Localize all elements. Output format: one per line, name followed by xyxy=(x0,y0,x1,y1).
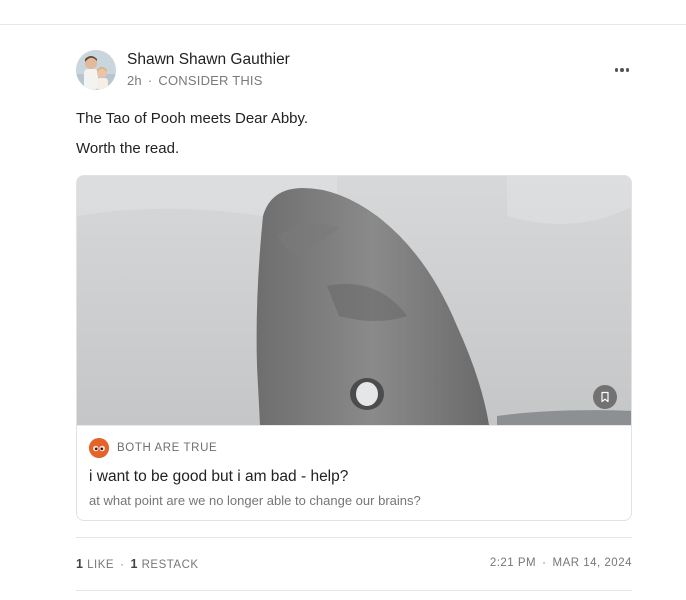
card-subtitle: at what point are we no longer able to c… xyxy=(89,493,421,508)
restacks-label: RESTACK xyxy=(141,559,199,571)
separator-dot: · xyxy=(147,73,153,88)
post-paragraph: Worth the read. xyxy=(76,140,180,157)
likes-count: 1 xyxy=(76,557,84,571)
post-meta: Shawn Shawn Gauthier 2h · CONSIDER THIS xyxy=(127,50,290,90)
engagement-counts: 1 LIKE · 1 RESTACK xyxy=(76,557,199,571)
separator-dot: · xyxy=(542,557,547,569)
avatar[interactable] xyxy=(76,50,116,90)
bottom-divider xyxy=(76,590,632,591)
author-name[interactable]: Shawn Shawn Gauthier xyxy=(127,50,290,70)
card-image xyxy=(77,176,631,425)
post-clock-time: 2:21 PM xyxy=(489,557,537,569)
post-date: MAR 14, 2024 xyxy=(552,557,632,569)
more-horizontal-icon[interactable] xyxy=(612,60,632,80)
restacks-count: 1 xyxy=(130,557,138,571)
post-time: 2h xyxy=(127,73,142,88)
post-context-link[interactable]: CONSIDER THIS xyxy=(158,73,262,88)
post-paragraph: The Tao of Pooh meets Dear Abby. xyxy=(76,110,309,127)
post: Shawn Shawn Gauthier 2h · CONSIDER THIS Th… xyxy=(76,48,632,591)
post-header: Shawn Shawn Gauthier 2h · CONSIDER THIS xyxy=(76,48,632,92)
attached-post-card[interactable]: BOTH ARE TRUE i want to be good but i am… xyxy=(76,175,632,521)
publication-row: BOTH ARE TRUE xyxy=(89,438,217,458)
likes-link[interactable]: 1 LIKE xyxy=(76,557,115,571)
card-title[interactable]: i want to be good but i am bad - help? xyxy=(89,467,348,487)
bookmark-icon[interactable] xyxy=(593,385,617,409)
publication-name[interactable]: BOTH ARE TRUE xyxy=(117,442,217,454)
restacks-link[interactable]: 1 RESTACK xyxy=(130,557,199,571)
likes-label: LIKE xyxy=(87,559,115,571)
top-divider xyxy=(0,24,686,25)
footer-divider xyxy=(76,537,632,538)
post-timestamp: 2:21 PM · MAR 14, 2024 xyxy=(490,557,632,569)
card-info: BOTH ARE TRUE i want to be good but i am… xyxy=(77,425,631,520)
separator-dot: · xyxy=(120,559,125,571)
post-footer: 1 LIKE · 1 RESTACK 2:21 PM · MAR 14, 2024 xyxy=(76,557,632,573)
post-subline: 2h · CONSIDER THIS xyxy=(127,72,290,90)
publication-logo-icon xyxy=(89,438,109,458)
